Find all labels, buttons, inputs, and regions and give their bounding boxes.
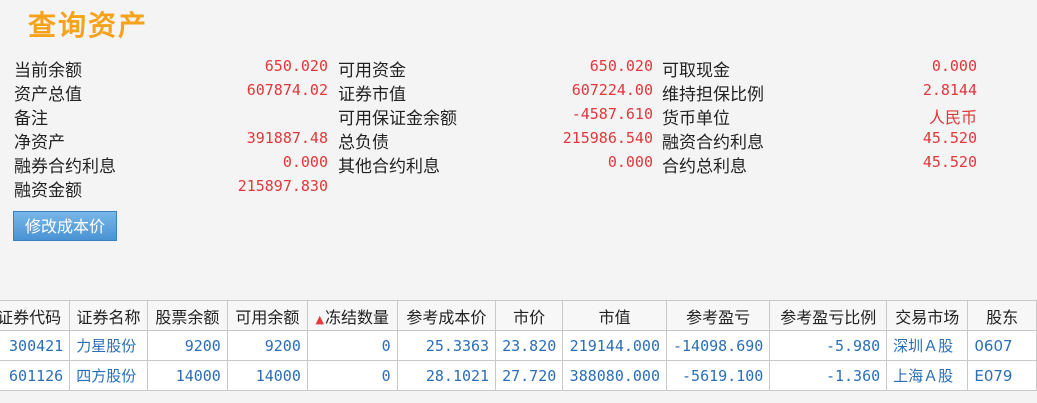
asset-summary: 当前余额 650.020 可用资金 650.020 可取现金 0.000 资产总… bbox=[14, 54, 1014, 201]
summary-value: 45.520 bbox=[922, 153, 977, 171]
summary-value: 0.000 bbox=[931, 57, 977, 75]
column-header-security-name[interactable]: 证券名称 bbox=[69, 300, 148, 331]
cell-ref-pnl-ratio: -5.980 bbox=[769, 330, 888, 361]
table-row[interactable]: 300421 力星股份 9200 9200 0 25.3363 23.820 2… bbox=[0, 330, 1037, 361]
summary-value: -4587.610 bbox=[571, 105, 653, 123]
column-header-market-price[interactable]: 市价 bbox=[495, 300, 564, 331]
cell-ref-pnl: -5619.100 bbox=[665, 360, 771, 391]
summary-value: 0.000 bbox=[607, 153, 653, 171]
summary-value: 650.020 bbox=[264, 57, 328, 75]
column-header-market[interactable]: 交易市场 bbox=[886, 300, 969, 331]
cell-security-name: 四方股份 bbox=[69, 360, 148, 391]
summary-row: 净资产 391887.48 总负债 215986.540 融资合约利息 45.5… bbox=[14, 126, 1014, 153]
cell-market: 上海Ａ股 bbox=[886, 360, 969, 391]
summary-row: 融资金额 215897.830 bbox=[14, 174, 1014, 201]
column-header-shareholder[interactable]: 股东 bbox=[967, 300, 1037, 331]
table-row[interactable]: 601126 四方股份 14000 14000 0 28.1021 27.720… bbox=[0, 360, 1037, 391]
edit-cost-button[interactable]: 修改成本价 bbox=[13, 211, 117, 241]
column-header-label: 冻结数量 bbox=[324, 307, 389, 327]
cell-frozen-quantity: 0 bbox=[306, 360, 398, 391]
cell-stock-balance: 14000 bbox=[146, 360, 228, 391]
page-title: 查询资产 bbox=[28, 9, 149, 42]
cell-market-value: 219144.000 bbox=[562, 330, 667, 361]
summary-value: 391887.48 bbox=[246, 129, 328, 147]
cell-ref-cost: 25.3363 bbox=[396, 330, 497, 361]
column-header-ref-cost[interactable]: 参考成本价 bbox=[396, 300, 497, 331]
summary-value: 2.8144 bbox=[922, 81, 977, 99]
cell-market-price: 23.820 bbox=[495, 330, 564, 361]
cell-security-code: 300421 bbox=[0, 330, 71, 361]
holdings-table: 证券代码 证券名称 股票余额 可用余额 ▲冻结数量 参考成本价 市价 市值 参考… bbox=[0, 300, 1037, 391]
summary-row: 资产总值 607874.02 证券市值 607224.00 维持担保比例 2.8… bbox=[14, 78, 1014, 105]
cell-market-value: 388080.000 bbox=[562, 360, 667, 391]
summary-label: 融资金额 bbox=[14, 181, 82, 201]
summary-value: 607224.00 bbox=[571, 81, 653, 99]
cell-available-balance: 14000 bbox=[226, 360, 308, 391]
cell-security-name: 力星股份 bbox=[69, 330, 148, 361]
column-header-ref-pnl-ratio[interactable]: 参考盈亏比例 bbox=[769, 300, 888, 331]
column-header-available-balance[interactable]: 可用余额 bbox=[226, 300, 308, 331]
summary-value: 0.000 bbox=[282, 153, 328, 171]
cell-shareholder: E079 bbox=[967, 360, 1037, 391]
column-header-frozen-quantity[interactable]: ▲冻结数量 bbox=[306, 300, 398, 331]
column-header-stock-balance[interactable]: 股票余额 bbox=[146, 300, 228, 331]
cell-market: 深圳Ａ股 bbox=[886, 330, 969, 361]
column-header-market-value[interactable]: 市值 bbox=[562, 300, 667, 331]
sort-ascending-icon: ▲ bbox=[315, 312, 324, 326]
column-header-security-code[interactable]: 证券代码 bbox=[0, 300, 71, 331]
summary-value: 215897.830 bbox=[237, 177, 328, 195]
summary-row: 融券合约利息 0.000 其他合约利息 0.000 合约总利息 45.520 bbox=[14, 150, 1014, 177]
cell-ref-pnl: -14098.690 bbox=[665, 330, 771, 361]
summary-row: 备注 可用保证金余额 -4587.610 货币单位 人民币 bbox=[14, 102, 1014, 129]
summary-value: 人民币 bbox=[928, 108, 977, 127]
cell-security-code: 601126 bbox=[0, 360, 71, 391]
cell-stock-balance: 9200 bbox=[146, 330, 228, 361]
cell-frozen-quantity: 0 bbox=[306, 330, 398, 361]
cell-shareholder: 0607 bbox=[967, 330, 1037, 361]
table-header-row: 证券代码 证券名称 股票余额 可用余额 ▲冻结数量 参考成本价 市价 市值 参考… bbox=[0, 300, 1037, 331]
cell-market-price: 27.720 bbox=[495, 360, 564, 391]
cell-ref-cost: 28.1021 bbox=[396, 360, 497, 391]
cell-available-balance: 9200 bbox=[226, 330, 308, 361]
summary-value: 45.520 bbox=[922, 129, 977, 147]
summary-value: 650.020 bbox=[589, 57, 653, 75]
cell-ref-pnl-ratio: -1.360 bbox=[769, 360, 888, 391]
summary-value: 215986.540 bbox=[562, 129, 653, 147]
summary-row: 当前余额 650.020 可用资金 650.020 可取现金 0.000 bbox=[14, 54, 1014, 81]
summary-value: 607874.02 bbox=[246, 81, 328, 99]
column-header-ref-pnl[interactable]: 参考盈亏 bbox=[665, 300, 771, 331]
